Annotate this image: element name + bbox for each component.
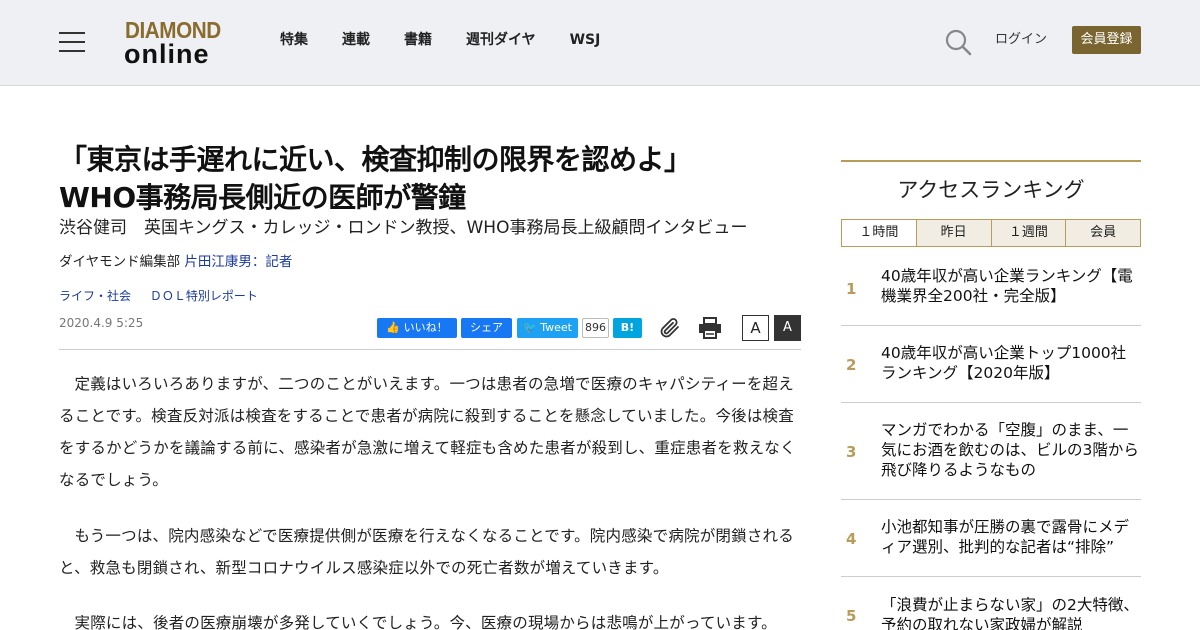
facebook-like-button[interactable]: 👍 いいね！ (377, 318, 457, 338)
ranking-headline: マンガでわかる「空腹」のまま、一気にお酒を飲むのは、ビルの3階から飛び降りるよう… (881, 421, 1139, 479)
article-paragraph: もう一つは、院内感染などで医療提供側が医療を行えなくなることです。院内感染で病院… (59, 527, 794, 577)
article-tags: ライフ・社会 ＤＯＬ特別レポート (59, 288, 273, 304)
font-size-large-button[interactable]: A (774, 315, 801, 341)
ranking-item[interactable]: 2 40歳年収が高い企業トップ1000社ランキング【2020年版】 (841, 326, 1141, 403)
hatena-bookmark-button[interactable]: B! (613, 318, 642, 338)
tab-1-hour[interactable]: １時間 (842, 220, 916, 246)
nav-item-rensai[interactable]: 連載 (342, 31, 370, 49)
article-title-line1: 「東京は手遅れに近い、検査抑制の限界を認めよ」 (59, 143, 692, 176)
register-button[interactable]: 会員登録 (1072, 26, 1141, 54)
article-divider (59, 349, 801, 350)
ranking-tabs: １時間 昨日 １週間 会員 (841, 219, 1141, 247)
ranking-item[interactable]: 3 マンガでわかる「空腹」のまま、一気にお酒を飲むのは、ビルの3階から飛び降りる… (841, 403, 1141, 500)
ranking-item[interactable]: 5 「浪費が止まらない家」の2大特徴、予約の取れない家政婦が解説 (841, 577, 1141, 630)
article-title-line2: WHO事務局長側近の医師が警鐘 (59, 181, 466, 214)
nav-item-weekly-diamond[interactable]: 週刊ダイヤ (466, 31, 536, 49)
nav-item-shoseki[interactable]: 書籍 (404, 31, 432, 49)
ranking-number: 1 (846, 280, 857, 298)
ranking-number: 3 (846, 443, 857, 461)
tweet-button[interactable]: 🐦 Tweet (517, 318, 578, 338)
thumbs-up-icon: 👍 (386, 321, 404, 334)
site-header: DIAMOND online 特集 連載 書籍 週刊ダイヤ WSJ ログイン 会… (0, 0, 1200, 86)
article-paragraph: 実際には、後者の医療崩壊が多発していくでしょう。今、医療の現場からは悲鳴が上がっ… (74, 614, 777, 630)
site-logo[interactable]: DIAMOND online (124, 18, 228, 68)
clip-icon[interactable] (658, 316, 682, 340)
article-title: 「東京は手遅れに近い、検査抑制の限界を認めよ」 WHO事務局長側近の医師が警鐘 (59, 141, 799, 217)
font-size-normal-button[interactable]: A (742, 315, 769, 341)
menu-icon[interactable] (59, 32, 85, 52)
ranking-headline: 40歳年収が高い企業トップ1000社ランキング【2020年版】 (881, 344, 1127, 382)
article-paragraph: 定義はいろいろありますが、二つのことがいえます。一つは患者の急増で医療のキャパシ… (59, 375, 796, 489)
facebook-share-button[interactable]: シェア (461, 318, 512, 338)
twitter-bird-icon: 🐦 (523, 321, 541, 334)
nav-item-tokushu[interactable]: 特集 (280, 31, 308, 49)
login-link[interactable]: ログイン (995, 31, 1047, 49)
ranking-headline: 小池都知事が圧勝の裏で露骨にメディア選別、批判的な記者は“排除” (881, 518, 1130, 556)
byline-department: ダイヤモンド編集部 (59, 254, 181, 270)
hatena-bookmark-count: 896 (582, 318, 609, 338)
ranking-item[interactable]: 1 40歳年収が高い企業ランキング【電機業界全200社・完全版】 (841, 247, 1141, 326)
publish-date: 2020.4.9 5:25 (59, 316, 144, 330)
ranking-title: アクセスランキング (897, 178, 1085, 202)
logo-bottom-text: online (124, 39, 210, 69)
main-nav: 特集 連載 書籍 週刊ダイヤ WSJ (280, 31, 634, 49)
print-icon[interactable] (698, 317, 722, 339)
tab-yesterday[interactable]: 昨日 (915, 220, 991, 246)
ranking-item[interactable]: 4 小池都知事が圧勝の裏で露骨にメディア選別、批判的な記者は“排除” (841, 500, 1141, 577)
author-link[interactable]: 片田江康男：記者 (184, 254, 292, 270)
article-subtitle: 渋谷健司 英国キングス・カレッジ・ロンドン教授、WHO事務局長上級顧問インタビュ… (59, 218, 748, 238)
search-icon[interactable] (944, 28, 972, 56)
ranking-top-border (841, 160, 1141, 162)
tab-1-week[interactable]: １週間 (990, 220, 1066, 246)
ranking-headline: 「浪費が止まらない家」の2大特徴、予約の取れない家政婦が解説 (881, 596, 1139, 630)
tab-members[interactable]: 会員 (1065, 220, 1140, 246)
tag-dol-report[interactable]: ＤＯＬ特別レポート (150, 289, 258, 303)
ranking-headline: 40歳年収が高い企業ランキング【電機業界全200社・完全版】 (881, 267, 1133, 305)
byline: ダイヤモンド編集部 片田江康男：記者 (59, 253, 292, 271)
nav-item-wsj[interactable]: WSJ (570, 31, 601, 49)
ranking-number: 2 (846, 356, 857, 374)
tag-life-society[interactable]: ライフ・社会 (59, 289, 131, 303)
ranking-number: 4 (846, 530, 857, 548)
ranking-number: 5 (846, 607, 857, 625)
